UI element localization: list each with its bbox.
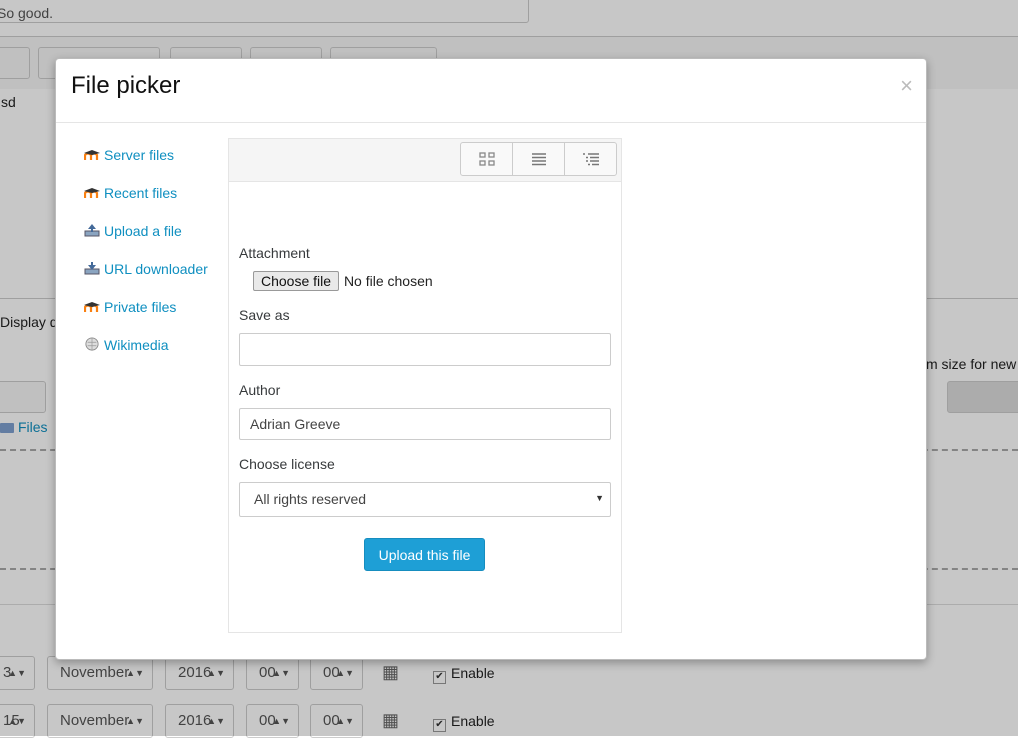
license-value: All rights reserved — [254, 491, 367, 507]
moodle-icon — [83, 146, 100, 160]
wikipedia-icon — [84, 336, 100, 351]
upload-icon — [84, 222, 100, 237]
save-as-input[interactable] — [239, 333, 611, 366]
repository-list: Server files Recent files Upload a file … — [83, 145, 214, 373]
repo-wikimedia[interactable]: Wikimedia — [84, 335, 214, 356]
upload-panel: Attachment Choose file No file chosen Sa… — [228, 138, 622, 633]
upload-form: Attachment Choose file No file chosen Sa… — [239, 245, 611, 517]
filepicker-toolbar — [229, 139, 621, 182]
license-select[interactable]: All rights reserved ▼ — [239, 482, 611, 517]
upload-this-file-button[interactable]: Upload this file — [364, 538, 485, 571]
save-as-label: Save as — [239, 307, 290, 323]
dialog-title: File picker — [71, 72, 181, 99]
tree-view-icon[interactable] — [565, 143, 616, 175]
file-picker-dialog: File picker × Server files Recent files … — [55, 58, 927, 660]
attachment-label: Attachment — [239, 245, 310, 261]
choose-file-button[interactable]: Choose file — [253, 271, 340, 291]
repo-url-downloader[interactable]: URL downloader — [84, 259, 214, 280]
author-input[interactable] — [239, 408, 611, 440]
list-view-icon[interactable] — [513, 143, 565, 175]
chevron-down-icon: ▼ — [595, 493, 604, 503]
file-input: Choose file No file chosen — [239, 271, 611, 291]
repo-recent-files[interactable]: Recent files — [83, 183, 214, 204]
repo-private-files[interactable]: Private files — [83, 297, 214, 318]
repo-upload-a-file[interactable]: Upload a file — [84, 221, 214, 242]
download-icon — [84, 260, 100, 275]
author-label: Author — [239, 382, 281, 398]
license-label: Choose license — [239, 456, 335, 472]
dialog-header: File picker × — [56, 59, 926, 123]
moodle-icon — [83, 184, 100, 198]
grid-view-icon[interactable] — [461, 143, 513, 175]
no-file-text: No file chosen — [343, 273, 433, 289]
close-icon[interactable]: × — [900, 73, 913, 99]
repo-server-files[interactable]: Server files — [83, 145, 214, 166]
moodle-icon — [83, 298, 100, 312]
view-switcher — [460, 142, 617, 176]
